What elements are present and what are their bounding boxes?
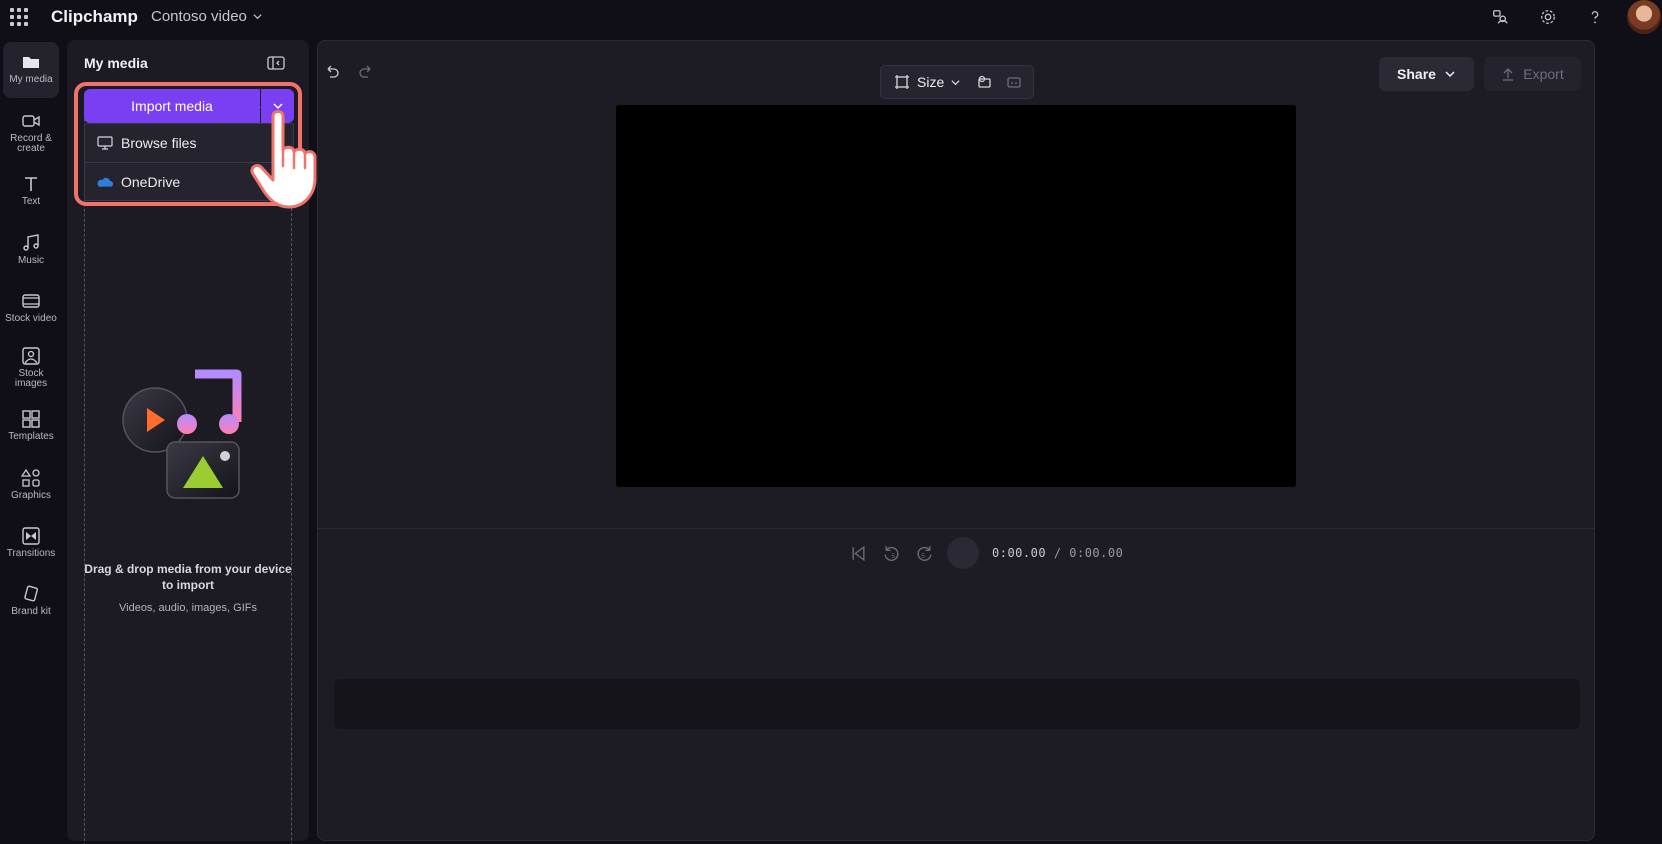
share-people-icon[interactable] — [1489, 6, 1511, 28]
music-icon — [23, 234, 39, 251]
rail-label: Graphics — [10, 490, 51, 501]
redo-icon[interactable] — [356, 62, 376, 82]
rail-label: Stock video — [5, 313, 57, 324]
chevron-down-icon — [1445, 71, 1455, 78]
share-label: Share — [1397, 66, 1436, 82]
chevron-down-icon — [951, 79, 960, 85]
captions-icon[interactable] — [1005, 73, 1023, 91]
shapes-icon — [21, 468, 40, 487]
rail-item-templates[interactable]: Templates — [3, 399, 59, 455]
folder-icon — [23, 57, 39, 68]
canvas-toolbar: Size — [880, 65, 1034, 99]
top-bar: Clipchamp Contoso video — [0, 0, 1662, 36]
rail-label: Record & create — [10, 133, 52, 154]
app-launcher-icon[interactable] — [9, 7, 29, 27]
rail-item-brand-kit[interactable]: Brand kit — [3, 574, 59, 630]
film-icon — [22, 294, 40, 308]
total-time: / 0:00.00 — [1053, 546, 1124, 560]
upload-icon — [1503, 68, 1514, 81]
clipchamp-app: Clipchamp Contoso video My media Record … — [0, 0, 1662, 844]
rail-label: Text — [21, 196, 41, 207]
export-button[interactable]: Export — [1484, 57, 1581, 91]
rewind-5-icon[interactable]: 5 — [881, 543, 901, 563]
chevron-down-icon — [253, 14, 262, 20]
text-icon — [25, 177, 37, 191]
media-types-illustration — [122, 369, 242, 499]
collapse-panel-icon[interactable] — [266, 54, 286, 72]
timecode: 0:00.00 / 0:00.00 — [992, 546, 1123, 560]
rail-item-transitions[interactable]: Transitions — [3, 516, 59, 572]
timeline-track[interactable] — [334, 679, 1580, 729]
resize-icon — [893, 73, 911, 91]
project-name-label: Contoso video — [151, 8, 247, 25]
settings-gear-icon[interactable] — [1537, 6, 1559, 28]
background-fill-icon[interactable] — [975, 73, 993, 91]
app-name: Clipchamp — [51, 7, 138, 26]
rail-label: Music — [17, 255, 45, 266]
panel-title: My media — [84, 55, 148, 71]
export-label: Export — [1523, 66, 1564, 82]
pointing-hand-icon — [250, 110, 317, 209]
rail-item-graphics[interactable]: Graphics — [3, 458, 59, 514]
play-button[interactable] — [947, 537, 979, 569]
supported-formats: Videos, audio, images, GIFs — [119, 602, 257, 614]
brand-icon — [24, 585, 39, 602]
camera-icon — [22, 115, 40, 127]
skip-to-start-icon[interactable] — [848, 543, 868, 563]
svg-text:5: 5 — [891, 552, 895, 559]
rail-label: My media — [9, 74, 53, 85]
rail-item-text[interactable]: Text — [3, 164, 59, 220]
templates-icon — [22, 410, 40, 428]
share-button[interactable]: Share — [1379, 57, 1474, 91]
current-time: 0:00.00 — [992, 546, 1047, 560]
undo-icon[interactable] — [322, 62, 342, 82]
drop-instructions: Drag & drop media from your device to im… — [84, 562, 292, 592]
transitions-icon — [22, 527, 40, 545]
rail-label: Brand kit — [11, 606, 51, 617]
rail-item-my-media[interactable]: My media — [3, 42, 59, 98]
rail-label: Stock images — [14, 368, 48, 389]
rail-item-record-create[interactable]: Record & create — [3, 101, 59, 157]
preview-canvas[interactable] — [616, 105, 1296, 487]
divider — [318, 528, 1594, 529]
rail-item-music[interactable]: Music — [3, 223, 59, 279]
media-panel: My media Import media Browse files OneDr… — [67, 40, 317, 844]
user-avatar[interactable] — [1627, 0, 1661, 34]
rail-item-stock-images[interactable]: Stock images — [3, 336, 59, 392]
size-dropdown[interactable]: Size — [917, 74, 944, 90]
editor-area: Size Share Export 5 5 0:00.00 / 0:00.00 — [317, 40, 1595, 841]
help-icon[interactable] — [1584, 6, 1606, 28]
image-icon — [22, 347, 40, 365]
project-name-dropdown[interactable]: Contoso video — [151, 8, 263, 25]
rail-label: Transitions — [6, 548, 56, 559]
forward-5-icon[interactable]: 5 — [914, 543, 934, 563]
playback-controls: 5 5 0:00.00 / 0:00.00 — [848, 537, 1123, 569]
rail-item-stock-video[interactable]: Stock video — [3, 281, 59, 337]
svg-text:5: 5 — [921, 552, 925, 559]
rail-label: Templates — [8, 431, 54, 442]
